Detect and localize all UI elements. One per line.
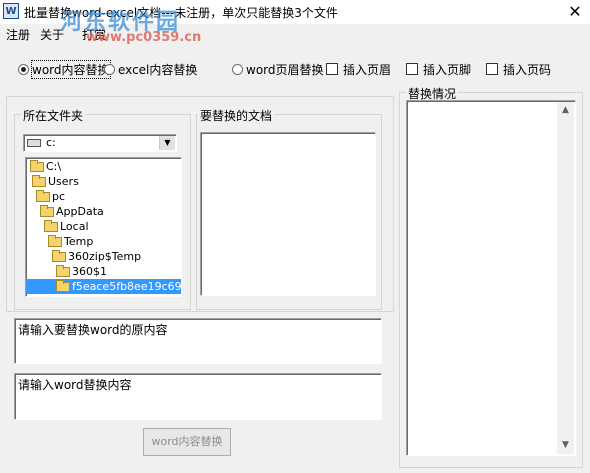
checkbox-insert-footer[interactable]: 插入页脚 bbox=[406, 60, 471, 78]
tree-item-label: AppData bbox=[56, 205, 104, 218]
folder-group-label: 所在文件夹 bbox=[21, 107, 86, 124]
status-list[interactable]: ▲ ▼ bbox=[406, 100, 576, 456]
radio-label: excel内容替换 bbox=[118, 62, 198, 77]
docs-list[interactable] bbox=[200, 132, 376, 296]
tree-item-label: C:\ bbox=[46, 160, 62, 173]
checkbox-box bbox=[406, 63, 418, 75]
tree-item[interactable]: 360zip$Temp bbox=[26, 249, 181, 264]
radio-excel-content[interactable]: excel内容替换 bbox=[104, 60, 197, 78]
folder-icon bbox=[44, 219, 58, 232]
tree-item[interactable]: AppData bbox=[26, 204, 181, 219]
replacement-content-input[interactable]: 请输入word替换内容 bbox=[14, 373, 382, 420]
folder-icon bbox=[48, 234, 62, 247]
drive-value: c: bbox=[46, 136, 56, 149]
original-content-input[interactable]: 请输入要替换word的原内容 bbox=[14, 318, 382, 364]
folder-icon bbox=[30, 159, 44, 172]
checkbox-box bbox=[326, 63, 338, 75]
checkbox-label: 插入页眉 bbox=[343, 62, 392, 77]
original-content-text: 请输入要替换word的原内容 bbox=[18, 323, 168, 337]
folder-icon bbox=[36, 189, 50, 202]
radio-word-header[interactable]: word页眉替换 bbox=[232, 60, 324, 78]
tree-item-label: Local bbox=[60, 220, 89, 233]
checkbox-box bbox=[486, 63, 498, 75]
radio-indicator bbox=[104, 63, 115, 75]
radio-indicator bbox=[18, 63, 29, 75]
radio-label: word页眉替换 bbox=[246, 62, 324, 77]
radio-indicator bbox=[232, 63, 243, 75]
tree-item[interactable]: f5eace5fb8ee19c695e bbox=[26, 279, 182, 294]
folder-icon bbox=[32, 174, 46, 187]
menu-register[interactable]: 注册 bbox=[6, 26, 30, 43]
folder-icon bbox=[52, 249, 66, 262]
scroll-down-icon[interactable]: ▼ bbox=[557, 437, 574, 454]
chevron-down-icon[interactable]: ▼ bbox=[159, 136, 175, 150]
tree-item[interactable]: Local bbox=[26, 219, 181, 234]
tree-item[interactable]: C:\ bbox=[26, 159, 181, 174]
tree-item[interactable]: Users bbox=[26, 174, 181, 189]
tree-item[interactable]: Temp bbox=[26, 234, 181, 249]
close-button[interactable]: ✕ bbox=[560, 0, 590, 24]
folder-icon bbox=[56, 279, 70, 292]
scroll-up-icon[interactable]: ▲ bbox=[557, 102, 574, 119]
checkbox-insert-header[interactable]: 插入页眉 bbox=[326, 60, 391, 78]
drive-select[interactable]: c: ▼ bbox=[23, 134, 177, 152]
status-scrollbar[interactable]: ▲ ▼ bbox=[557, 102, 574, 454]
app-icon: W bbox=[3, 3, 19, 19]
tree-item-label: f5eace5fb8ee19c695e bbox=[72, 280, 182, 293]
replace-button[interactable]: word内容替换 bbox=[143, 428, 231, 456]
folder-tree[interactable]: C:\ Users pc AppData Local Temp 360zip$Temp 360… bbox=[25, 157, 182, 297]
radio-label: word内容替换 bbox=[31, 59, 111, 79]
tree-item[interactable]: 360$1 bbox=[26, 264, 181, 279]
checkbox-label: 插入页脚 bbox=[423, 62, 472, 77]
folder-icon bbox=[40, 204, 54, 217]
tree-item-label: Users bbox=[48, 175, 79, 188]
folder-icon bbox=[56, 264, 70, 277]
docs-group-label: 要替换的文档 bbox=[198, 107, 275, 124]
tree-item-label: Temp bbox=[64, 235, 94, 248]
tree-item-label: 360$1 bbox=[72, 265, 107, 278]
replacement-content-text: 请输入word替换内容 bbox=[18, 378, 132, 392]
watermark-url: www.pc0359.cn bbox=[86, 30, 202, 45]
tree-item[interactable]: pc bbox=[26, 189, 181, 204]
drive-icon bbox=[27, 139, 41, 147]
checkbox-insert-pagenum[interactable]: 插入页码 bbox=[486, 60, 551, 78]
tree-item-label: 360zip$Temp bbox=[68, 250, 142, 263]
radio-word-content[interactable]: word内容替换 bbox=[18, 59, 111, 79]
checkbox-label: 插入页码 bbox=[503, 62, 552, 77]
tree-item-label: pc bbox=[52, 190, 66, 203]
